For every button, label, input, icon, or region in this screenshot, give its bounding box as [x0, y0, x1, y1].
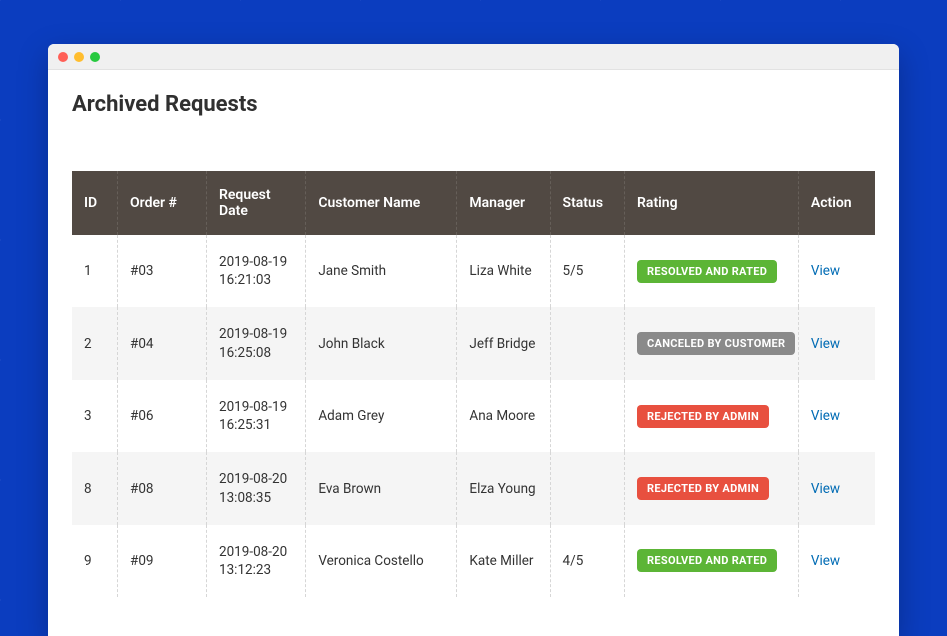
window-minimize-dot[interactable] [74, 52, 84, 62]
cell-action: View [798, 380, 875, 452]
cell-manager: Jeff Bridge [457, 307, 550, 379]
cell-id: 1 [72, 235, 118, 307]
status-badge: REJECTED BY ADMIN [637, 477, 769, 500]
cell-id: 2 [72, 307, 118, 379]
col-date[interactable]: Request Date [207, 171, 306, 235]
date-line-2: 16:21:03 [219, 271, 293, 289]
cell-rating: RESOLVED AND RATED [625, 525, 799, 597]
view-link[interactable]: View [811, 408, 840, 424]
status-badge: RESOLVED AND RATED [637, 549, 777, 572]
view-link[interactable]: View [811, 263, 840, 279]
cell-rating: RESOLVED AND RATED [625, 235, 799, 307]
cell-date: 2019-08-1916:25:31 [207, 380, 306, 452]
cell-order: #03 [118, 235, 207, 307]
col-order[interactable]: Order # [118, 171, 207, 235]
cell-order: #08 [118, 452, 207, 524]
cell-manager: Elza Young [457, 452, 550, 524]
cell-rating: REJECTED BY ADMIN [625, 452, 799, 524]
cell-customer: John Black [306, 307, 457, 379]
page-title: Archived Requests [72, 92, 875, 117]
status-badge: REJECTED BY ADMIN [637, 405, 769, 428]
cell-customer: Adam Grey [306, 380, 457, 452]
cell-action: View [798, 235, 875, 307]
date-line-1: 2019-08-20 [219, 470, 293, 488]
view-link[interactable]: View [811, 553, 840, 569]
cell-order: #04 [118, 307, 207, 379]
cell-manager: Ana Moore [457, 380, 550, 452]
cell-action: View [798, 307, 875, 379]
col-manager[interactable]: Manager [457, 171, 550, 235]
cell-manager: Liza White [457, 235, 550, 307]
cell-customer: Veronica Costello [306, 525, 457, 597]
cell-action: View [798, 525, 875, 597]
cell-rating: REJECTED BY ADMIN [625, 380, 799, 452]
date-line-1: 2019-08-19 [219, 325, 293, 343]
col-customer[interactable]: Customer Name [306, 171, 457, 235]
table-header: ID Order # Request Date Customer Name Ma… [72, 171, 875, 235]
cell-date: 2019-08-1916:21:03 [207, 235, 306, 307]
cell-manager: Kate Miller [457, 525, 550, 597]
cell-status: 4/5 [550, 525, 625, 597]
table-row: 8#082019-08-2013:08:35Eva BrownElza Youn… [72, 452, 875, 524]
cell-date: 2019-08-2013:12:23 [207, 525, 306, 597]
app-window: Archived Requests ID Order # Request Dat… [48, 44, 899, 636]
window-maximize-dot[interactable] [90, 52, 100, 62]
table-row: 1#032019-08-1916:21:03Jane SmithLiza Whi… [72, 235, 875, 307]
view-link[interactable]: View [811, 336, 840, 352]
cell-status [550, 452, 625, 524]
requests-table: ID Order # Request Date Customer Name Ma… [72, 171, 875, 597]
table-body: 1#032019-08-1916:21:03Jane SmithLiza Whi… [72, 235, 875, 597]
cell-action: View [798, 452, 875, 524]
cell-id: 8 [72, 452, 118, 524]
window-titlebar [48, 44, 899, 70]
cell-customer: Eva Brown [306, 452, 457, 524]
view-link[interactable]: View [811, 481, 840, 497]
date-line-2: 16:25:31 [219, 416, 293, 434]
cell-rating: CANCELED BY CUSTOMER [625, 307, 799, 379]
table-row: 2#042019-08-1916:25:08John BlackJeff Bri… [72, 307, 875, 379]
cell-status [550, 380, 625, 452]
window-close-dot[interactable] [58, 52, 68, 62]
cell-order: #06 [118, 380, 207, 452]
date-line-2: 16:25:08 [219, 344, 293, 362]
status-badge: RESOLVED AND RATED [637, 260, 777, 283]
date-line-1: 2019-08-19 [219, 398, 293, 416]
cell-date: 2019-08-1916:25:08 [207, 307, 306, 379]
date-line-1: 2019-08-19 [219, 253, 293, 271]
col-status[interactable]: Status [550, 171, 625, 235]
table-row: 3#062019-08-1916:25:31Adam GreyAna Moore… [72, 380, 875, 452]
page-content: Archived Requests ID Order # Request Dat… [48, 70, 899, 597]
cell-status: 5/5 [550, 235, 625, 307]
cell-order: #09 [118, 525, 207, 597]
col-action[interactable]: Action [798, 171, 875, 235]
cell-status [550, 307, 625, 379]
cell-id: 3 [72, 380, 118, 452]
cell-date: 2019-08-2013:08:35 [207, 452, 306, 524]
date-line-1: 2019-08-20 [219, 543, 293, 561]
col-id[interactable]: ID [72, 171, 118, 235]
table-row: 9#092019-08-2013:12:23Veronica CostelloK… [72, 525, 875, 597]
status-badge: CANCELED BY CUSTOMER [637, 332, 795, 355]
cell-id: 9 [72, 525, 118, 597]
cell-customer: Jane Smith [306, 235, 457, 307]
col-rating[interactable]: Rating [625, 171, 799, 235]
date-line-2: 13:08:35 [219, 489, 293, 507]
date-line-2: 13:12:23 [219, 561, 293, 579]
